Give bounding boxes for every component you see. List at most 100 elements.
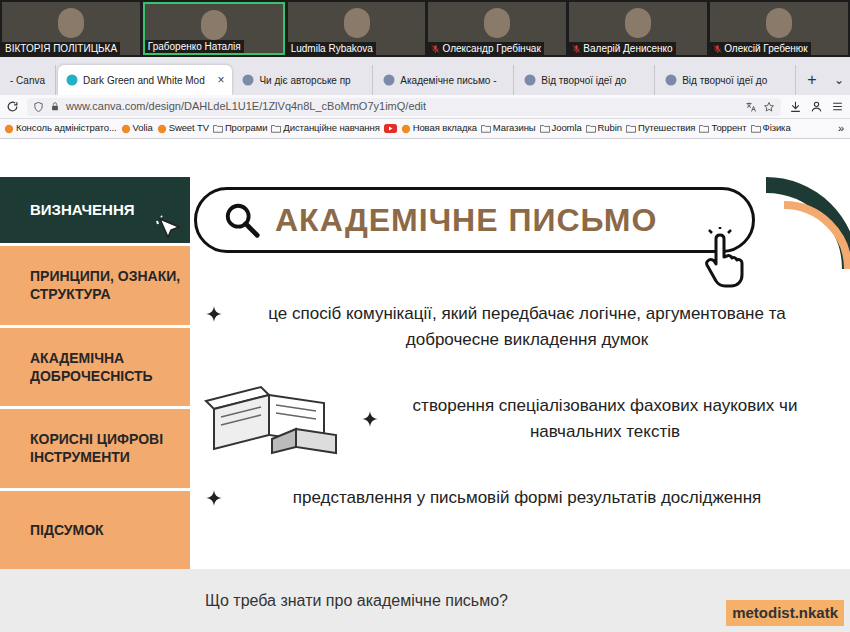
slide-nav-item[interactable]: ВИЗНАЧЕННЯ — [0, 177, 190, 243]
participant-video — [344, 8, 370, 38]
tab-bar: - Canva Dark Green and White Mod×Чи діє а… — [0, 57, 850, 95]
slide-point: створення спеціалізованих фахових науков… — [194, 379, 820, 459]
site-icon — [401, 124, 411, 134]
bookmark-label: Sweet TV — [169, 121, 209, 135]
youtube-icon — [384, 124, 397, 133]
bookmark-label: Путешествия — [638, 121, 696, 135]
slide-nav-label: КОРИСНІ ЦИФРОВІ ІНСТРУМЕНТИ — [30, 430, 182, 466]
slide-nav-item[interactable]: ПРИНЦИПИ, ОЗНАКИ, СТРУКТУРА — [0, 243, 190, 325]
muted-mic-icon — [431, 44, 440, 54]
bookmarks-more-button[interactable]: » — [838, 120, 846, 137]
participant-video — [766, 8, 792, 38]
bookmarks-bar: Консоль адміністрато... Volia Sweet TV Прог… — [0, 119, 850, 139]
slide-nav-label: ВИЗНАЧЕННЯ — [30, 201, 135, 219]
folder-icon — [626, 124, 636, 133]
browser-tab[interactable]: Академічне письмо - — [375, 65, 514, 95]
lock-icon — [50, 101, 60, 112]
bookmark-label: Програми — [225, 121, 267, 135]
favicon-icon — [242, 74, 254, 86]
slide-main: АКАДЕМІЧНЕ ПИСЬМО це спосіб комунікації, … — [190, 177, 850, 569]
translate-icon — [745, 101, 757, 113]
bookmark[interactable]: Volia — [121, 121, 153, 135]
tab-label: - Canva — [10, 73, 45, 88]
tab-list-button[interactable]: ⌄ — [828, 65, 850, 95]
url-field[interactable]: www.canva.com/design/DAHLdeL1U1E/1ZlVq4n… — [27, 98, 781, 116]
slide-points: це спосіб комунікації, який передбачає л… — [194, 301, 850, 511]
bookmark[interactable]: Joomla — [540, 121, 582, 135]
new-tab-button[interactable]: + — [798, 65, 826, 95]
slide-nav-item[interactable]: ПІДСУМОК — [0, 488, 190, 570]
screen: ВІКТОРІЯ ПОЛІТИЦЬКА Граборенко Наталія Lud… — [0, 0, 850, 632]
participant-name: Ludmila Rybakova — [291, 42, 373, 55]
bookmark[interactable]: Sweet TV — [157, 121, 209, 135]
favicon-icon — [524, 74, 536, 86]
slide-nav-item[interactable]: КОРИСНІ ЦИФРОВІ ІНСТРУМЕНТИ — [0, 406, 190, 488]
bookmark[interactable]: Rubin — [586, 121, 622, 135]
arc-decoration-icon — [758, 177, 850, 269]
slide-nav-item[interactable]: АКАДЕМІЧНА ДОБРОЧЕСНІСТЬ — [0, 325, 190, 407]
watermark-badge: metodist.nkatk — [726, 600, 844, 627]
browser-tab[interactable]: Від творчої ідеї до — [516, 65, 655, 95]
magnifier-icon — [223, 201, 261, 239]
participant-strip: ВІКТОРІЯ ПОЛІТИЦЬКА Граборенко Наталія Lud… — [0, 0, 850, 57]
pointing-hand-icon — [698, 227, 762, 291]
bookmark[interactable]: Консоль адміністрато... — [4, 121, 117, 135]
site-icon — [4, 124, 14, 134]
slide-nav-label: ПІДСУМОК — [30, 521, 104, 539]
participant-video — [625, 8, 651, 38]
bullet-star-icon — [206, 490, 222, 506]
folder-icon — [213, 124, 223, 133]
slide-nav: ВИЗНАЧЕННЯ ПРИНЦИПИ, ОЗНАКИ, СТРУКТУРААКА… — [0, 177, 190, 569]
bookmark[interactable]: Програми — [213, 121, 267, 135]
account-icon — [810, 100, 823, 113]
participant-label: Валерій Денисенко — [569, 42, 675, 55]
participant-tile[interactable]: ВІКТОРІЯ ПОЛІТИЦЬКА — [2, 2, 140, 55]
site-icon — [121, 124, 131, 134]
tab-close-button[interactable]: × — [217, 71, 224, 89]
bookmark[interactable] — [384, 124, 397, 133]
bookmark[interactable]: Новая вкладка — [401, 121, 477, 135]
participant-name: Граборенко Наталія — [148, 40, 241, 53]
bookmark[interactable]: Магазины — [481, 121, 536, 135]
browser-tab[interactable]: Dark Green and White Mod× — [58, 65, 232, 95]
folder-icon — [586, 124, 596, 133]
participant-tile[interactable]: Олександр Гребінчак — [428, 2, 566, 55]
participant-tile[interactable]: Олексій Гребенюк — [710, 2, 848, 55]
slide-point-text: це спосіб комунікації, який передбачає л… — [234, 301, 820, 353]
participant-name: Валерій Денисенко — [583, 42, 672, 55]
slide-point-text: створення спеціалізованих фахових науков… — [390, 393, 820, 445]
slide-point: це спосіб комунікації, який передбачає л… — [194, 301, 820, 353]
bookmark[interactable]: Дистанційне навчання — [271, 121, 379, 135]
participant-label: ВІКТОРІЯ ПОЛІТИЦЬКА — [2, 42, 120, 55]
folder-icon — [699, 124, 709, 133]
bookmark[interactable]: Торрент — [699, 121, 746, 135]
participant-name: Олександр Гребінчак — [442, 42, 540, 55]
menu-icon — [831, 100, 844, 113]
favicon-icon — [66, 74, 78, 86]
participant-video — [484, 8, 510, 38]
folder-icon — [481, 124, 491, 133]
bookmark-label: Консоль адміністрато... — [16, 121, 117, 135]
participant-tile[interactable]: Ludmila Rybakova — [288, 2, 426, 55]
bookmark-label: Фізика — [763, 121, 791, 135]
slide-point-text: представлення у письмовій формі результа… — [234, 485, 820, 511]
cursor-icon — [156, 215, 186, 241]
tab-label: Академічне письмо - — [400, 73, 496, 88]
participant-video — [201, 10, 227, 40]
participant-label: Ludmila Rybakova — [288, 42, 376, 55]
browser-tab[interactable]: Від творчої ідеї до — [657, 65, 796, 95]
bookmark[interactable]: Фізика — [751, 121, 791, 135]
participant-tile[interactable]: Валерій Денисенко — [569, 2, 707, 55]
slide-title: АКАДЕМІЧНЕ ПИСЬМО — [275, 201, 657, 239]
bookmark[interactable]: Путешествия — [626, 121, 696, 135]
browser-tab[interactable]: - Canva — [2, 65, 56, 95]
participant-label: Олексій Гребенюк — [710, 42, 811, 55]
participant-tile[interactable]: Граборенко Наталія — [143, 2, 285, 55]
url-text[interactable]: www.canva.com/design/DAHLdeL1U1E/1ZlVq4n… — [66, 98, 426, 115]
slide-page: ВИЗНАЧЕННЯПРИНЦИПИ, ОЗНАКИ, СТРУКТУРААКА… — [0, 139, 850, 632]
browser-tab[interactable]: Чи діє авторське пр — [234, 65, 373, 95]
bookmark-label: Rubin — [598, 121, 622, 135]
folder-icon — [540, 124, 550, 133]
favicon-icon — [383, 74, 395, 86]
tab-label: Від творчої ідеї до — [682, 73, 767, 88]
